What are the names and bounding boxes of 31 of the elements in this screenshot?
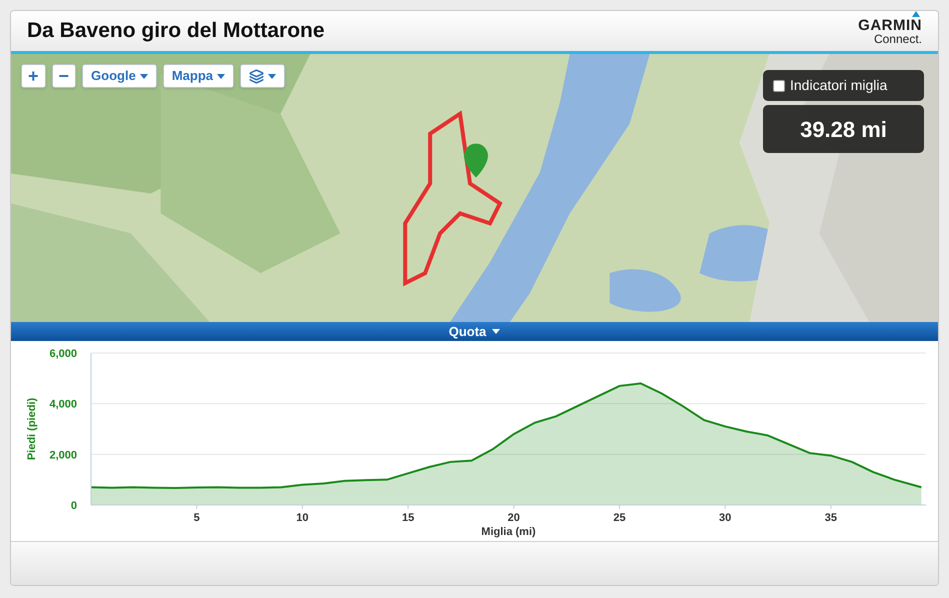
x-tick-label: 35	[824, 512, 837, 524]
layers-button[interactable]	[240, 64, 285, 88]
dropdown-button[interactable]: Google	[82, 64, 157, 88]
window-title: Da Baveno giro del Mottarone	[27, 18, 325, 44]
y-tick-label: 4,000	[49, 398, 77, 411]
logo-sub: Connect.	[874, 32, 922, 44]
x-tick-label: 20	[508, 512, 520, 524]
y-tick-label: 0	[70, 500, 77, 512]
triangle-icon	[912, 11, 920, 16]
x-tick-label: 30	[719, 512, 732, 524]
dropdown-button[interactable]: Mappa	[162, 64, 234, 88]
y-axis-title: Piedi (piedi)	[26, 398, 38, 460]
x-tick-label: 5	[194, 512, 200, 524]
caret-icon	[216, 74, 225, 78]
caret-icon	[492, 329, 500, 334]
zoom-button[interactable]: +	[21, 64, 46, 88]
y-tick-label: 6,000	[49, 348, 77, 360]
distance-display: 39.28 mi	[763, 105, 924, 153]
checkbox[interactable]	[773, 80, 785, 92]
y-tick-label: 2,000	[49, 449, 77, 462]
x-tick-label: 15	[402, 512, 414, 524]
x-tick-label: 25	[613, 512, 626, 524]
caret-icon	[140, 74, 148, 78]
logo-brand: GARMIN	[858, 18, 922, 32]
zoom-button[interactable]: −	[52, 64, 76, 88]
x-axis-title: Miglia (mi)	[481, 526, 536, 538]
layers-icon	[248, 68, 264, 84]
caret-icon	[268, 74, 276, 78]
chart-selector[interactable]: Quota	[11, 322, 938, 341]
x-tick-label: 10	[296, 512, 309, 524]
mile-markers-toggle[interactable]: Indicatori miglia	[763, 70, 924, 101]
